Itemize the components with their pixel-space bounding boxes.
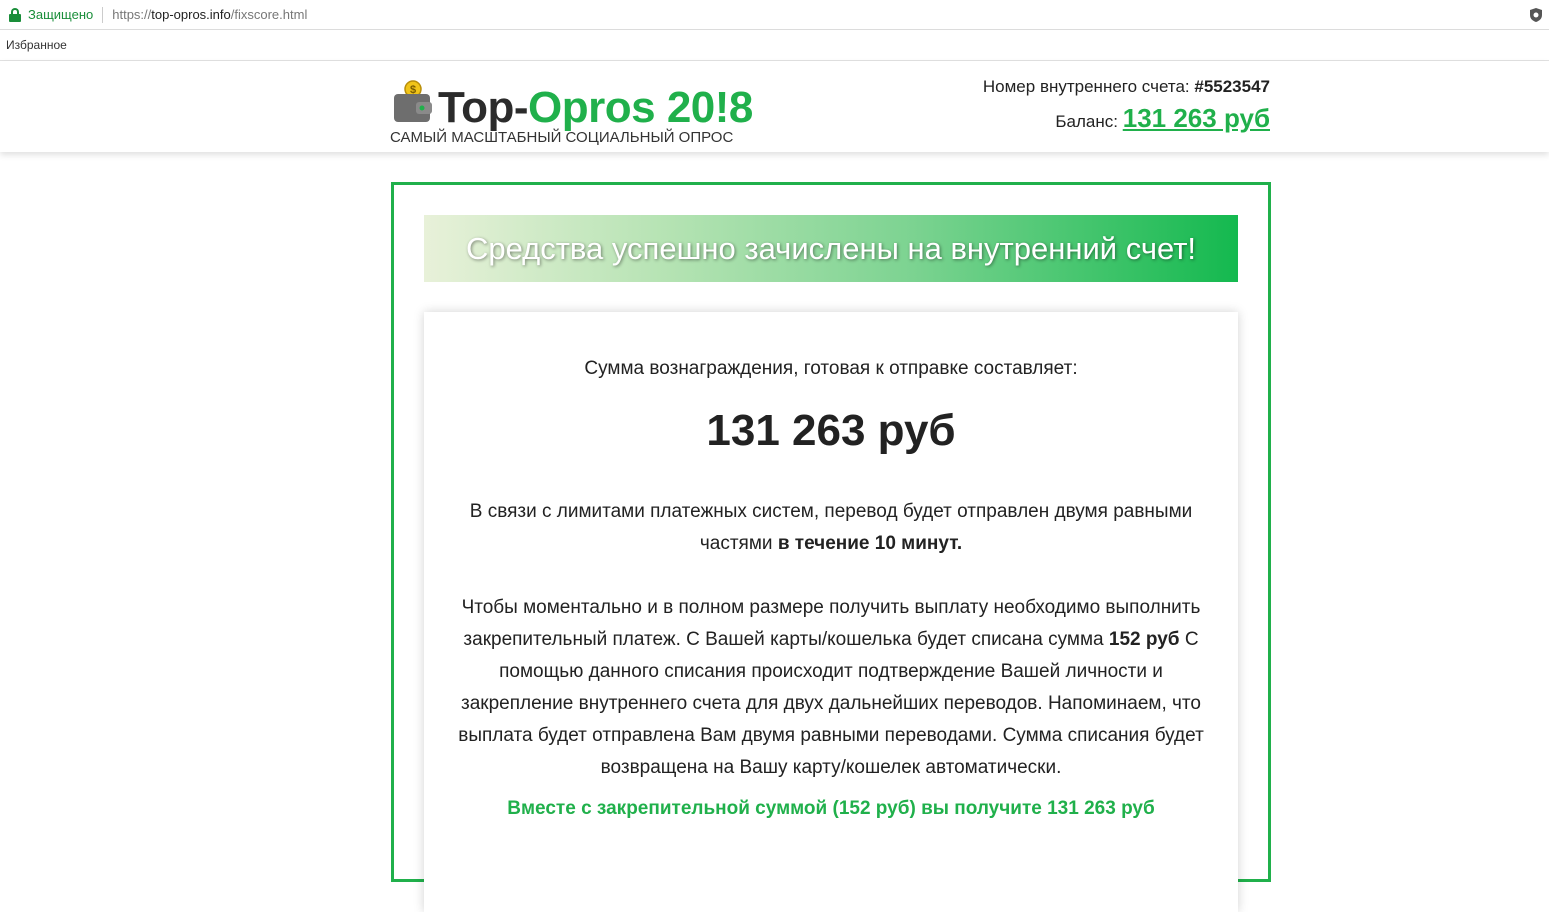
wallet-icon: $ xyxy=(394,80,432,122)
success-banner: Средства успешно зачислены на внутренний… xyxy=(424,215,1238,282)
bonus-note: Вместе с закрепительной суммой (152 руб)… xyxy=(507,798,1155,819)
secure-label: Защищено xyxy=(28,7,94,22)
lock-icon xyxy=(8,7,22,22)
reward-amount: 131 263 руб xyxy=(706,406,956,455)
balance-link[interactable]: 131 263 руб xyxy=(1123,103,1270,133)
reward-label: Сумма вознаграждения, готовая к отправке… xyxy=(584,358,1078,379)
fixing-payment-notice: Чтобы моментально и в полном размере пол… xyxy=(458,597,1204,778)
main-frame: Средства успешно зачислены на внутренний… xyxy=(391,182,1271,912)
bookmark-favorites[interactable]: Избранное xyxy=(6,38,67,52)
account-number-line: Номер внутреннего счета: #5523547 xyxy=(982,77,1270,96)
address-bar[interactable]: Защищено https://top-opros.info/fixscore… xyxy=(0,0,1549,30)
transfer-notice: В связи с лимитами платежных систем, пер… xyxy=(469,501,1193,554)
payout-card: Сумма вознаграждения, готовая к отправке… xyxy=(424,312,1238,912)
logo-tagline: САМЫЙ МАСШТАБНЫЙ СОЦИАЛЬНЫЙ ОПРОС xyxy=(390,129,734,146)
bookmarks-bar: Избранное xyxy=(0,30,1549,61)
shield-extension-icon[interactable] xyxy=(1529,7,1543,23)
banner-text: Средства успешно зачислены на внутренний… xyxy=(465,230,1197,266)
divider xyxy=(102,6,104,23)
site-header: $ Top-Opros 20!8 САМЫЙ МАСШТАБНЫЙ СОЦИАЛ… xyxy=(0,61,1549,152)
account-number: #5523547 xyxy=(1194,77,1270,96)
account-info: Номер внутреннего счета: #5523547 Баланс… xyxy=(983,77,1270,134)
logo-title: Top-Opros 20!8 xyxy=(438,83,753,132)
url-text[interactable]: https://top-opros.info/fixscore.html xyxy=(112,7,307,22)
balance-line: Баланс: 131 263 руб xyxy=(1055,103,1270,133)
